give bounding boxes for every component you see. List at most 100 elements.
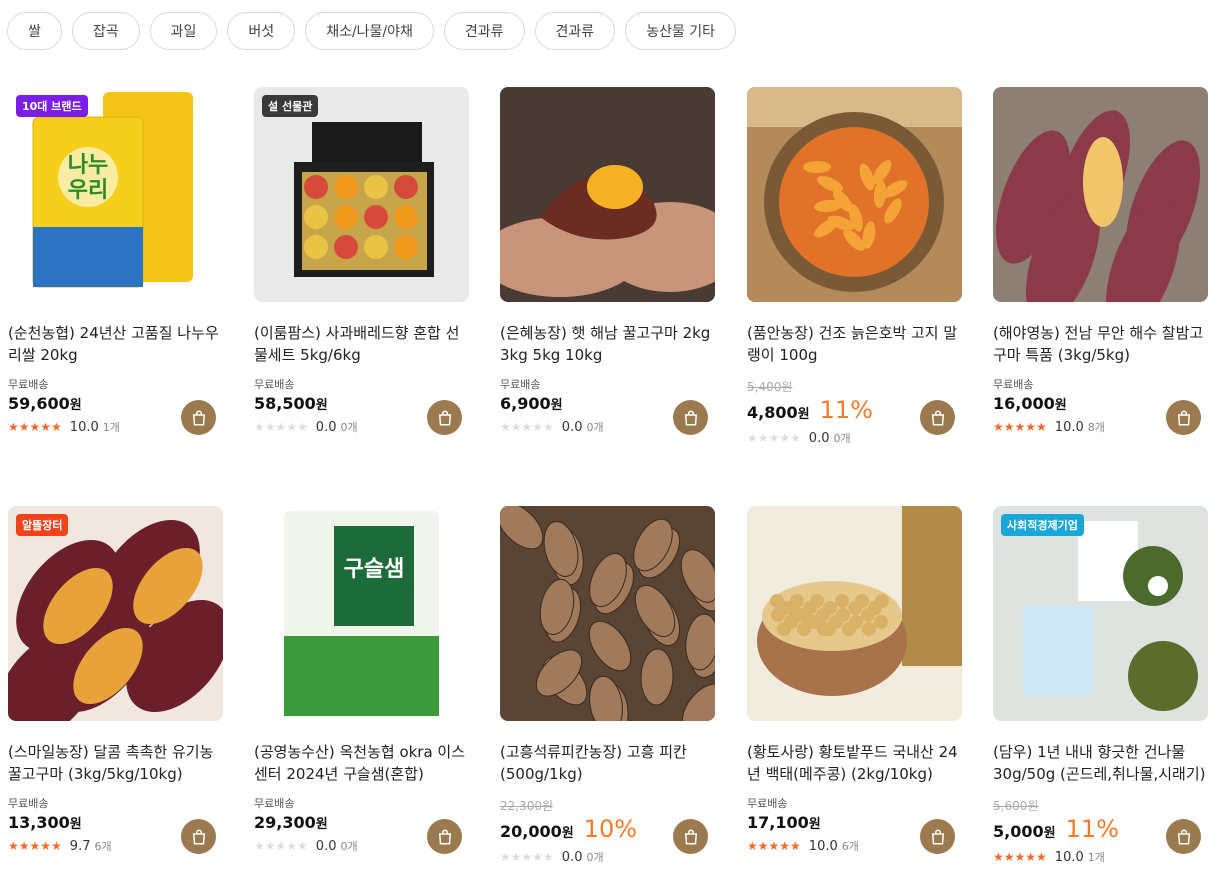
category-chip[interactable]: 잡곡 xyxy=(71,12,140,50)
add-to-cart-button[interactable] xyxy=(673,819,708,854)
review-count: 6개 xyxy=(94,840,112,853)
product-image[interactable] xyxy=(500,506,715,721)
star-rating-icon: ★★★★★ xyxy=(500,420,554,434)
category-chip[interactable]: 견과류 xyxy=(443,12,525,50)
product-image[interactable] xyxy=(747,506,962,721)
sale-price: 5,000원 xyxy=(993,822,1056,841)
star-rating-icon: ★★★★★ xyxy=(254,839,308,853)
product-image[interactable] xyxy=(747,87,962,302)
product-title[interactable]: (담우) 1년 내내 향긋한 건나물 30g/50g (곤드레,취나물,시래기) xyxy=(993,741,1208,785)
svg-text:나누: 나누 xyxy=(68,153,108,178)
product-image[interactable]: 나누 우리 10대 브랜드 xyxy=(8,87,223,302)
product-image[interactable] xyxy=(500,87,715,302)
star-rating-icon: ★★★★★ xyxy=(747,839,801,853)
free-shipping-label: 무료배송 xyxy=(747,797,788,810)
product-card[interactable]: 구슬샘 (공영농수산) 옥천농협 okra 이스센터 2024년 구슬샘(혼합) 무… xyxy=(254,506,469,854)
product-title[interactable]: (품안농장) 건조 늙은호박 고지 말랭이 100g xyxy=(747,322,962,366)
add-to-cart-button[interactable] xyxy=(427,819,462,854)
review-count: 0개 xyxy=(340,421,358,434)
shopping-bag-icon xyxy=(438,410,451,425)
product-card[interactable]: 알뜰장터 (스마일농장) 달콤 촉촉한 유기농 꿀고구마 (3kg/5kg/10k… xyxy=(8,506,223,854)
currency-unit: 원 xyxy=(808,817,821,832)
review-count: 0개 xyxy=(586,421,604,434)
star-rating-icon: ★★★★★ xyxy=(254,420,308,434)
add-to-cart-button[interactable] xyxy=(673,400,708,435)
product-card[interactable]: 사회적경제기업 (담우) 1년 내내 향긋한 건나물 30g/50g (곤드레,취… xyxy=(993,506,1208,865)
product-image[interactable] xyxy=(993,87,1208,302)
add-to-cart-button[interactable] xyxy=(1166,400,1201,435)
product-card[interactable]: (황토사랑) 황토밭푸드 국내산 24년 백태(메주콩) (2kg/10kg) 무… xyxy=(747,506,962,854)
discount-rate: 11% xyxy=(1065,815,1119,843)
price-value: 5,000 xyxy=(993,822,1044,841)
product-card[interactable]: 설 선물관 (이룸팜스) 사과배레드향 혼합 선물세트 5kg/6kg 무료배송 58… xyxy=(254,87,469,435)
review-count: 0개 xyxy=(833,432,851,445)
discount-rate: 10% xyxy=(583,815,638,843)
product-title[interactable]: (고흥석류피칸농장) 고흥 피칸 (500g/1kg) xyxy=(500,741,715,785)
product-card[interactable]: (은혜농장) 햇 해남 꿀고구마 2kg 3kg 5kg 10kg 무료배송 6,9… xyxy=(500,87,715,435)
currency-unit: 원 xyxy=(550,398,563,413)
product-title[interactable]: (이룸팜스) 사과배레드향 혼합 선물세트 5kg/6kg xyxy=(254,322,469,366)
sale-price: 4,800원 xyxy=(747,403,810,422)
free-shipping-label: 무료배송 xyxy=(254,797,295,810)
category-chip[interactable]: 과일 xyxy=(149,12,218,50)
product-card[interactable]: 나누 우리 10대 브랜드 (순천농협) 24년산 고품질 나누우리쌀 20kg 무료배… xyxy=(8,87,223,435)
original-price: 5,600원 xyxy=(993,799,1039,813)
product-badge: 10대 브랜드 xyxy=(16,95,88,117)
rating-score: 0.0 xyxy=(808,430,830,446)
product-title[interactable]: (해야영농) 전남 무안 해수 찰밤고구마 특품 (3kg/5kg) xyxy=(993,322,1208,366)
free-shipping-label: 무료배송 xyxy=(254,378,295,391)
currency-unit: 원 xyxy=(561,826,574,841)
product-title[interactable]: (황토사랑) 황토밭푸드 국내산 24년 백태(메주콩) (2kg/10kg) xyxy=(747,741,962,785)
currency-unit: 원 xyxy=(69,398,82,413)
add-to-cart-button[interactable] xyxy=(920,819,955,854)
add-to-cart-button[interactable] xyxy=(181,400,216,435)
free-shipping-label: 무료배송 xyxy=(8,378,49,391)
shopping-bag-icon xyxy=(684,829,697,844)
product-title[interactable]: (은혜농장) 햇 해남 꿀고구마 2kg 3kg 5kg 10kg xyxy=(500,322,715,366)
original-price: 5,400원 xyxy=(747,380,793,394)
product-card[interactable]: (품안농장) 건조 늙은호박 고지 말랭이 100g 5,400원 4,800원 11… xyxy=(747,87,962,446)
free-shipping-label: 무료배송 xyxy=(993,378,1034,391)
rating-score: 0.0 xyxy=(315,838,337,854)
review-count: 1개 xyxy=(102,421,120,434)
product-card[interactable]: (고흥석류피칸농장) 고흥 피칸 (500g/1kg) 22,300원 20,000… xyxy=(500,506,715,865)
svg-text:구슬샘: 구슬샘 xyxy=(344,557,405,582)
star-rating-icon: ★★★★★ xyxy=(747,431,801,445)
category-chip[interactable]: 버섯 xyxy=(227,12,296,50)
product-image[interactable]: 사회적경제기업 xyxy=(993,506,1208,721)
price-value: 6,900 xyxy=(500,394,551,413)
free-shipping-label: 무료배송 xyxy=(8,797,49,810)
add-to-cart-button[interactable] xyxy=(920,400,955,435)
product-image[interactable]: 설 선물관 xyxy=(254,87,469,302)
price-value: 20,000 xyxy=(500,822,562,841)
discount-rate: 11% xyxy=(819,396,873,424)
product-card[interactable]: (해야영농) 전남 무안 해수 찰밤고구마 특품 (3kg/5kg) 무료배송 16… xyxy=(993,87,1208,435)
product-badge: 사회적경제기업 xyxy=(1001,514,1084,536)
add-to-cart-button[interactable] xyxy=(427,400,462,435)
category-chip[interactable]: 농산물 기타 xyxy=(625,12,737,50)
product-image[interactable]: 구슬샘 xyxy=(254,506,469,721)
star-rating-icon: ★★★★★ xyxy=(8,420,62,434)
sale-price: 13,300원 xyxy=(8,813,82,832)
add-to-cart-button[interactable] xyxy=(1166,819,1201,854)
review-count: 6개 xyxy=(841,840,859,853)
product-title[interactable]: (순천농협) 24년산 고품질 나누우리쌀 20kg xyxy=(8,322,223,366)
rating-score: 10.0 xyxy=(808,838,838,854)
star-rating-icon: ★★★★★ xyxy=(993,850,1047,864)
rating-score: 0.0 xyxy=(315,419,337,435)
add-to-cart-button[interactable] xyxy=(181,819,216,854)
shopping-bag-icon xyxy=(438,829,451,844)
original-price: 22,300원 xyxy=(500,799,554,813)
category-chip[interactable]: 채소/나물/야채 xyxy=(305,12,434,50)
review-count: 0개 xyxy=(340,840,358,853)
shopping-bag-icon xyxy=(192,829,205,844)
rating-score: 0.0 xyxy=(561,419,583,435)
product-title[interactable]: (공영농수산) 옥천농협 okra 이스센터 2024년 구슬샘(혼합) xyxy=(254,741,469,785)
review-count: 1개 xyxy=(1087,851,1105,864)
product-image[interactable]: 알뜰장터 xyxy=(8,506,223,721)
product-title[interactable]: (스마일농장) 달콤 촉촉한 유기농 꿀고구마 (3kg/5kg/10kg) xyxy=(8,741,223,785)
category-chip[interactable]: 견과류 xyxy=(534,12,616,50)
sale-price: 29,300원 xyxy=(254,813,328,832)
shopping-bag-icon xyxy=(931,829,944,844)
category-chip[interactable]: 쌀 xyxy=(7,12,62,50)
